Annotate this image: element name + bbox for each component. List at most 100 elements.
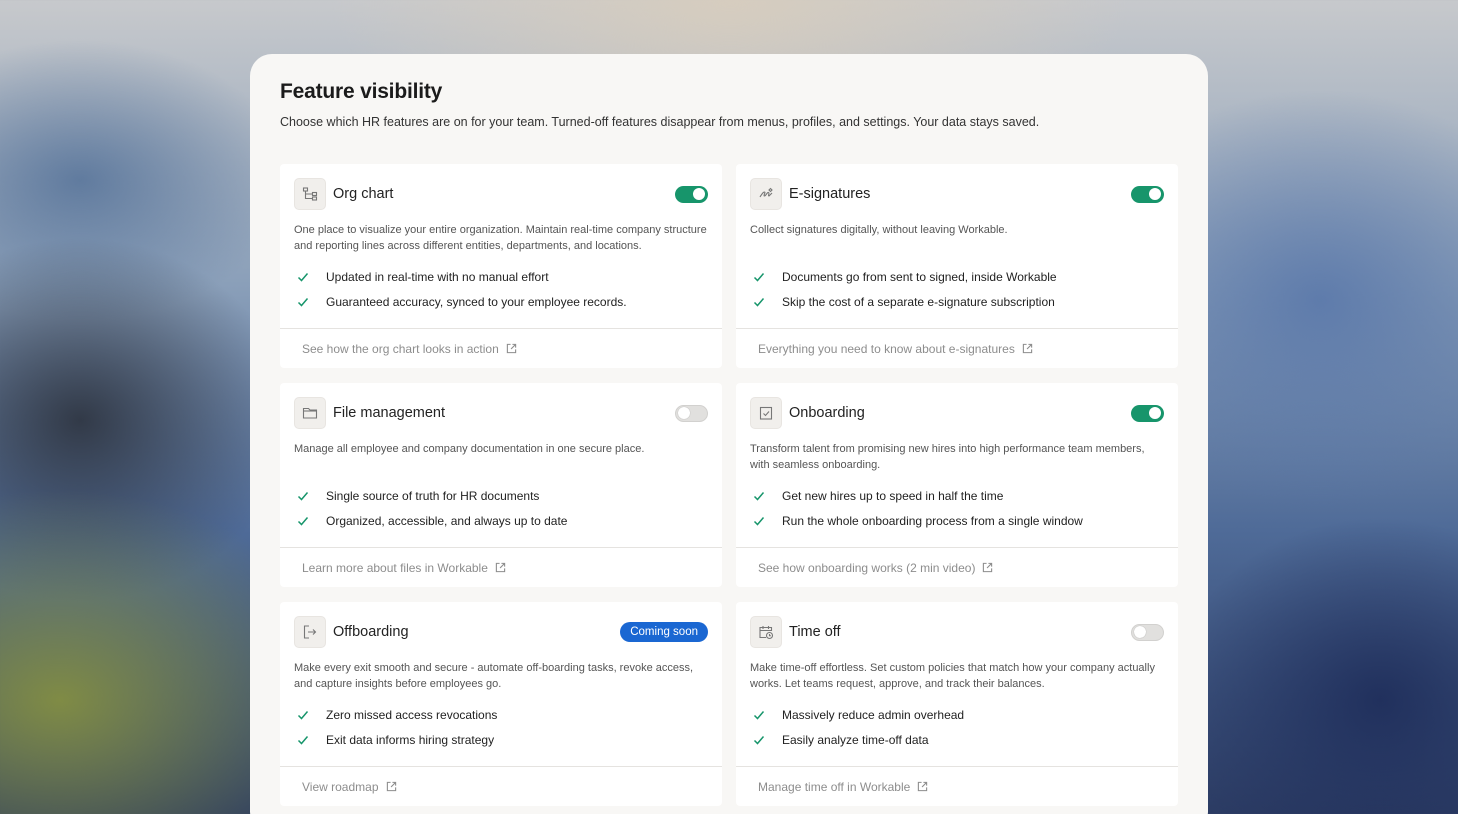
card-title: Org chart xyxy=(333,186,394,202)
file-management-learn-link[interactable]: Learn more about files in Workable xyxy=(302,561,506,575)
onboarding-video-link[interactable]: See how onboarding works (2 min video) xyxy=(758,561,993,575)
time-off-manage-link[interactable]: Manage time off in Workable xyxy=(758,780,928,794)
feature-point: Easily analyze time-off data xyxy=(750,727,1164,752)
time-off-toggle[interactable] xyxy=(1131,623,1164,641)
external-link-icon xyxy=(506,343,516,354)
org-chart-toggle[interactable] xyxy=(675,185,708,203)
feature-point-text: Exit data informs hiring strategy xyxy=(326,732,495,747)
link-text: Learn more about files in Workable xyxy=(302,560,488,575)
card-footer: Everything you need to know about e-sign… xyxy=(736,328,1178,368)
feature-point: Documents go from sent to signed, inside… xyxy=(750,264,1164,289)
feature-points: Documents go from sent to signed, inside… xyxy=(750,264,1164,314)
feature-point-text: Updated in real-time with no manual effo… xyxy=(326,269,549,284)
feature-card-file-management: File management Manage all employee and … xyxy=(280,383,722,587)
card-description: Transform talent from promising new hire… xyxy=(750,443,1145,471)
feature-point: Updated in real-time with no manual effo… xyxy=(294,264,708,289)
external-link-icon xyxy=(495,562,506,573)
feature-point-text: Skip the cost of a separate e-signature … xyxy=(782,294,1055,309)
feature-point: Get new hires up to speed in half the ti… xyxy=(750,483,1164,508)
toggle-knob xyxy=(1149,188,1161,200)
feature-point: Organized, accessible, and always up to … xyxy=(294,508,708,533)
link-text: View roadmap xyxy=(302,779,379,794)
link-text: Manage time off in Workable xyxy=(758,779,911,794)
card-title: Onboarding xyxy=(789,405,865,421)
feature-point: Single source of truth for HR documents xyxy=(294,483,708,508)
toggle-knob xyxy=(1134,626,1146,638)
external-link-icon xyxy=(386,781,396,792)
feature-card-offboarding: Offboarding Coming soon Make every exit … xyxy=(280,602,722,806)
feature-point-text: Easily analyze time-off data xyxy=(782,732,929,747)
page-subtitle: Choose which HR features are on for your… xyxy=(280,115,1040,129)
toggle-knob xyxy=(678,407,690,419)
card-footer: See how onboarding works (2 min video) xyxy=(736,547,1178,587)
card-title: File management xyxy=(333,405,446,421)
calendar-clock-icon xyxy=(750,616,782,648)
check-icon xyxy=(297,735,309,745)
coming-soon-badge[interactable]: Coming soon xyxy=(620,622,708,642)
card-footer: Manage time off in Workable xyxy=(736,766,1178,806)
feature-grid: Org chart One place to visualize your en… xyxy=(280,164,1178,806)
external-link-icon xyxy=(1022,343,1033,354)
card-footer: Learn more about files in Workable xyxy=(280,547,722,587)
card-description: One place to visualize your entire organ… xyxy=(294,224,707,252)
org-chart-icon xyxy=(294,178,326,210)
signature-icon xyxy=(750,178,782,210)
org-chart-learn-link[interactable]: See how the org chart looks in action xyxy=(302,342,517,356)
check-icon xyxy=(753,297,765,307)
feature-point-text: Organized, accessible, and always up to … xyxy=(326,513,568,528)
feature-point: Massively reduce admin overhead xyxy=(750,702,1164,727)
e-signatures-toggle[interactable] xyxy=(1131,185,1164,203)
feature-point-text: Zero missed access revocations xyxy=(326,707,498,722)
feature-point-text: Run the whole onboarding process from a … xyxy=(782,513,1083,528)
feature-points: Massively reduce admin overhead Easily a… xyxy=(750,702,1164,752)
check-icon xyxy=(753,710,765,720)
feature-point: Zero missed access revocations xyxy=(294,702,708,727)
check-icon xyxy=(297,710,309,720)
toggle-knob xyxy=(1149,407,1161,419)
check-icon xyxy=(297,516,309,526)
external-link-icon xyxy=(918,781,928,792)
exit-icon xyxy=(294,616,326,648)
feature-point: Exit data informs hiring strategy xyxy=(294,727,708,752)
page-title: Feature visibility xyxy=(280,80,443,103)
card-footer: See how the org chart looks in action xyxy=(280,328,722,368)
feature-card-time-off: Time off Make time-off effortless. Set c… xyxy=(736,602,1178,806)
feature-card-org-chart: Org chart One place to visualize your en… xyxy=(280,164,722,368)
file-management-toggle[interactable] xyxy=(675,404,708,422)
onboarding-toggle[interactable] xyxy=(1131,404,1164,422)
check-icon xyxy=(297,491,309,501)
feature-card-e-signatures: E-signatures Collect signatures digitall… xyxy=(736,164,1178,368)
feature-points: Single source of truth for HR documents … xyxy=(294,483,708,533)
feature-point-text: Get new hires up to speed in half the ti… xyxy=(782,488,1004,503)
card-description: Manage all employee and company document… xyxy=(294,443,645,455)
feature-point: Skip the cost of a separate e-signature … xyxy=(750,289,1164,314)
feature-point: Guaranteed accuracy, synced to your empl… xyxy=(294,289,708,314)
card-title: Offboarding xyxy=(333,624,409,640)
card-title: E-signatures xyxy=(789,186,871,202)
check-icon xyxy=(297,297,309,307)
feature-points: Get new hires up to speed in half the ti… xyxy=(750,483,1164,533)
feature-point-text: Documents go from sent to signed, inside… xyxy=(782,269,1057,284)
clipboard-check-icon xyxy=(750,397,782,429)
card-title: Time off xyxy=(789,624,841,640)
feature-point-text: Guaranteed accuracy, synced to your empl… xyxy=(326,294,627,309)
card-description: Make every exit smooth and secure - auto… xyxy=(294,662,694,690)
check-icon xyxy=(753,272,765,282)
card-description: Make time-off effortless. Set custom pol… xyxy=(750,662,1155,690)
folder-icon xyxy=(294,397,326,429)
view-roadmap-link[interactable]: View roadmap xyxy=(302,780,397,794)
check-icon xyxy=(753,516,765,526)
link-text: See how onboarding works (2 min video) xyxy=(758,560,976,575)
feature-visibility-panel: Feature visibility Choose which HR featu… xyxy=(250,54,1208,814)
link-text: See how the org chart looks in action xyxy=(302,341,499,356)
card-description: Collect signatures digitally, without le… xyxy=(750,224,1008,236)
feature-points: Zero missed access revocations Exit data… xyxy=(294,702,708,752)
feature-card-onboarding: Onboarding Transform talent from promisi… xyxy=(736,383,1178,587)
card-footer: View roadmap xyxy=(280,766,722,806)
feature-point-text: Single source of truth for HR documents xyxy=(326,488,540,503)
feature-point: Run the whole onboarding process from a … xyxy=(750,508,1164,533)
link-text: Everything you need to know about e-sign… xyxy=(758,341,1015,356)
e-signatures-learn-link[interactable]: Everything you need to know about e-sign… xyxy=(758,342,1033,356)
feature-points: Updated in real-time with no manual effo… xyxy=(294,264,708,314)
external-link-icon xyxy=(983,562,993,573)
